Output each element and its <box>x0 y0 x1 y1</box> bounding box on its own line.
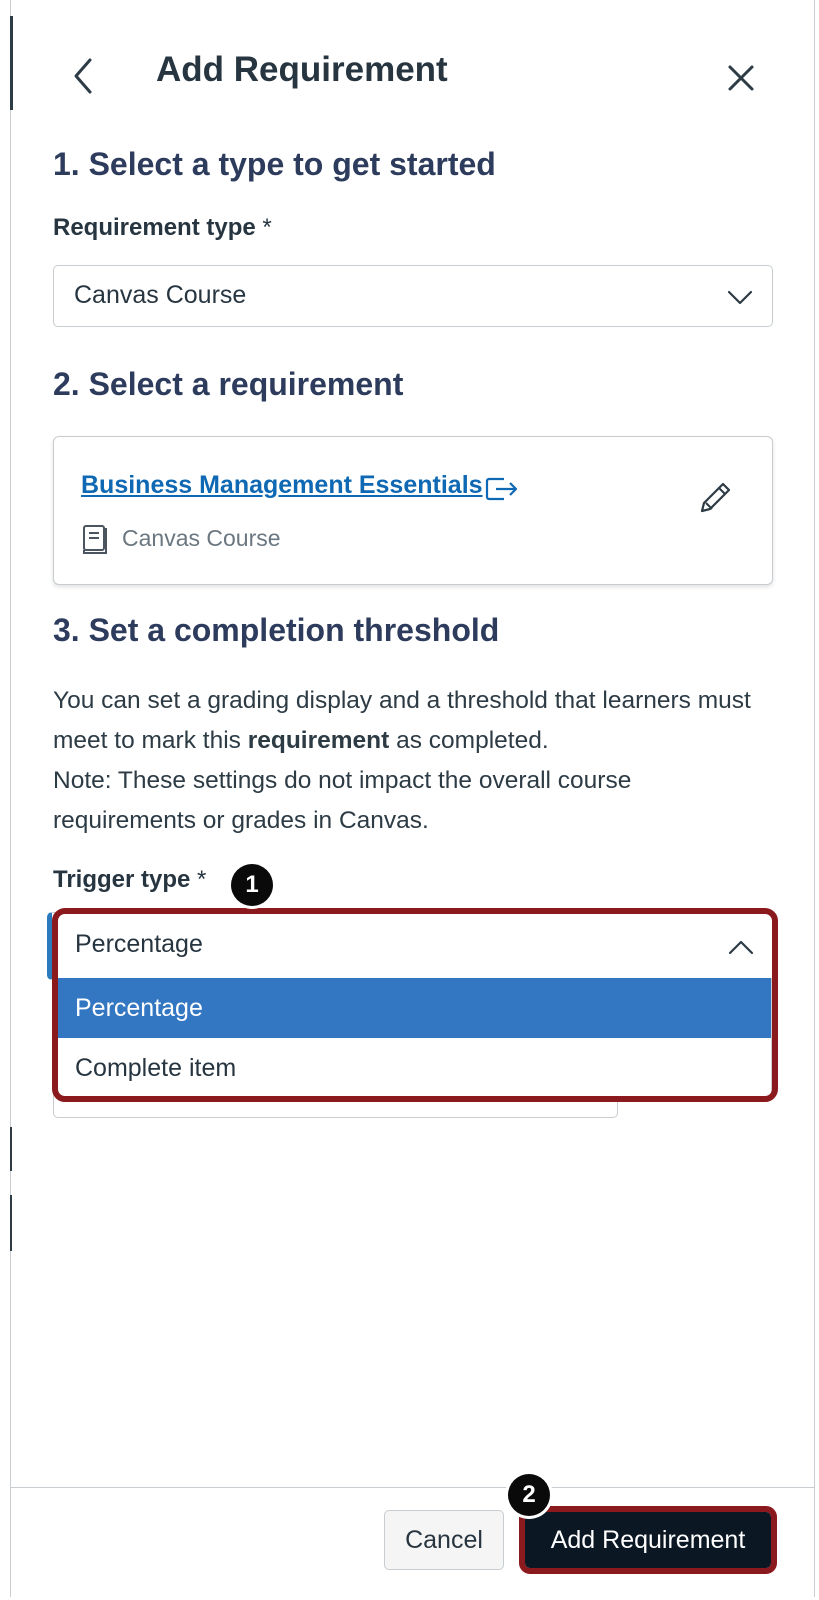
requirement-type-label: Requirement type * <box>53 214 272 242</box>
label-text: Trigger type <box>53 866 191 893</box>
cancel-button[interactable]: Cancel <box>384 1510 504 1570</box>
requirement-card: Business Management Essentials Canvas Co… <box>53 436 773 585</box>
trigger-type-select[interactable]: Percentage <box>47 912 774 980</box>
requirement-link[interactable]: Business Management Essentials <box>81 471 483 500</box>
step2-heading: 2. Select a requirement <box>53 366 404 402</box>
chevron-left-icon <box>74 58 92 94</box>
close-icon <box>728 65 754 91</box>
close-button[interactable] <box>723 60 759 96</box>
required-mark: * <box>262 214 272 241</box>
chevron-up-icon <box>728 940 754 955</box>
step1-heading: 1. Select a type to get started <box>53 146 496 182</box>
step3-heading: 3. Set a completion threshold <box>53 612 500 648</box>
option-complete-item[interactable]: Complete item <box>58 1038 771 1098</box>
description-text-end: as completed. <box>389 727 549 754</box>
background-edge <box>10 1127 12 1171</box>
trigger-type-value: Percentage <box>75 930 203 958</box>
back-button[interactable] <box>68 54 104 98</box>
add-requirement-button[interactable]: Add Requirement <box>525 1512 771 1568</box>
description-paragraph: You can set a grading display and a thre… <box>53 681 763 761</box>
required-mark: * <box>197 866 207 893</box>
label-text: Requirement type <box>53 214 256 241</box>
requirement-type-select[interactable]: Canvas Course <box>53 265 773 327</box>
pencil-icon[interactable] <box>696 475 736 515</box>
callout-badge-2: 2 <box>508 1474 550 1516</box>
chevron-down-icon <box>727 290 753 305</box>
trigger-type-listbox: Percentage Complete item <box>57 978 772 1096</box>
trigger-type-label: Trigger type * <box>53 866 206 894</box>
requirement-type-value: Canvas Course <box>74 281 247 309</box>
description-bold: requirement <box>247 727 390 754</box>
note-text: Note: These settings do not impact the o… <box>53 767 632 834</box>
option-percentage[interactable]: Percentage <box>58 978 771 1038</box>
requirement-type-text: Canvas Course <box>122 525 281 551</box>
callout-badge-1: 1 <box>231 864 273 906</box>
threshold-description: You can set a grading display and a thre… <box>53 681 763 841</box>
background-edge <box>10 16 13 110</box>
external-link-icon[interactable] <box>484 475 520 503</box>
dialog-title: Add Requirement <box>156 50 448 89</box>
book-icon <box>83 525 107 554</box>
background-edge <box>10 1195 12 1251</box>
